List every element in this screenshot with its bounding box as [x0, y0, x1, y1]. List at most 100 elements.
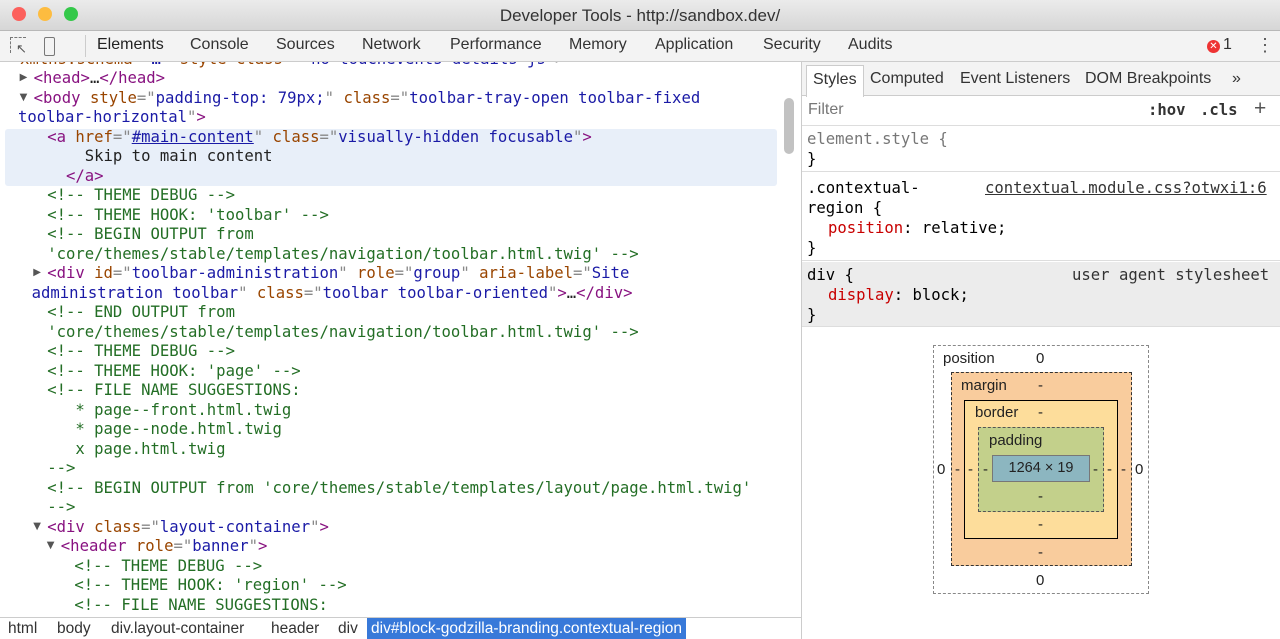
attr-value: no-touchevents details js	[302, 62, 546, 68]
dom-line[interactable]: 'core/themes/stable/templates/navigation…	[47, 245, 638, 265]
stylesheet-link[interactable]: contextual.module.css?otwxi1:6	[985, 178, 1267, 198]
tab-memory[interactable]: Memory	[569, 36, 627, 54]
error-icon[interactable]: ✕	[1207, 40, 1220, 53]
attr-value: banner	[192, 537, 249, 555]
hov-toggle[interactable]: :hov	[1148, 101, 1186, 119]
cls-toggle[interactable]: .cls	[1200, 101, 1238, 119]
dom-line[interactable]: * page--node.html.twig	[47, 420, 282, 440]
css-value[interactable]: relative;	[913, 219, 1007, 237]
maximize-window-button[interactable]	[64, 7, 78, 21]
more-menu-icon[interactable]: ⋮	[1256, 35, 1274, 56]
dom-node[interactable]: <head>…</head>	[34, 69, 165, 89]
dom-line[interactable]: <!-- BEGIN OUTPUT from 'core/themes/stab…	[47, 479, 751, 499]
dom-line[interactable]: -->	[47, 459, 75, 479]
dom-line[interactable]: Skip to main content	[47, 147, 273, 167]
border-bottom-value[interactable]: -	[1038, 516, 1043, 533]
position-top-value[interactable]: 0	[1036, 350, 1044, 367]
tab-performance[interactable]: Performance	[450, 36, 542, 54]
tab-sources[interactable]: Sources	[276, 36, 335, 54]
filter-input[interactable]: Filter	[808, 101, 1138, 119]
breadcrumb-item[interactable]: div	[334, 618, 362, 639]
expand-triangle-open-icon[interactable]: ▼	[33, 521, 41, 532]
dom-node[interactable]: <div class="layout-container">	[47, 518, 329, 538]
comment: <!-- THEME DEBUG -->	[74, 556, 263, 575]
margin-right-value[interactable]: -	[1121, 461, 1126, 478]
dom-line[interactable]: <!-- THEME HOOK: 'region' -->	[74, 576, 346, 596]
dom-line[interactable]: <!-- END OUTPUT from	[47, 303, 235, 323]
dom-line[interactable]: </a>	[47, 167, 104, 187]
comment: 'core/themes/stable/templates/navigation…	[47, 322, 639, 341]
dom-line[interactable]: <a href="#main-content" class="visually-…	[47, 128, 592, 148]
close-window-button[interactable]	[12, 7, 26, 21]
margin-top-value[interactable]: -	[1038, 377, 1043, 394]
dom-line[interactable]: * page--front.html.twig	[47, 401, 291, 421]
dom-line[interactable]: x page.html.twig	[47, 440, 225, 460]
dom-node[interactable]: <div id="toolbar-administration" role="g…	[47, 264, 629, 284]
expand-triangle-open-icon[interactable]: ▼	[47, 540, 55, 551]
dom-line[interactable]: <!-- THEME DEBUG -->	[74, 557, 262, 577]
dom-line[interactable]: -->	[47, 498, 75, 518]
padding-bottom-value[interactable]: -	[1038, 488, 1043, 505]
expand-triangle-closed-icon[interactable]: ▶	[20, 72, 28, 83]
dom-line[interactable]: <!-- THEME HOOK: 'toolbar' -->	[47, 206, 329, 226]
border-left-value[interactable]: -	[968, 461, 973, 478]
attr-name: class	[343, 88, 391, 107]
dom-line[interactable]: <!-- THEME HOOK: 'page' -->	[47, 362, 300, 382]
comment: <!-- THEME HOOK: 'toolbar' -->	[47, 205, 329, 224]
breadcrumb: html body div.layout-container header div div…	[0, 617, 801, 639]
elements-dom-tree[interactable]: xmlns:schema="…" style class=" no-touche…	[0, 62, 790, 617]
padding-right-value[interactable]: -	[1093, 461, 1098, 478]
device-toolbar-icon[interactable]	[44, 37, 55, 56]
expand-triangle-open-icon[interactable]: ▼	[20, 92, 28, 103]
content-size[interactable]: 1264 × 19	[992, 460, 1090, 476]
breadcrumb-item[interactable]: header	[267, 618, 323, 639]
padding-left-value[interactable]: -	[983, 461, 988, 478]
border-right-value[interactable]: -	[1107, 461, 1112, 478]
margin-left-value[interactable]: -	[955, 461, 960, 478]
attr-value: administration toolbar	[31, 283, 239, 302]
tab-network[interactable]: Network	[362, 36, 421, 54]
dom-line[interactable]: <!-- BEGIN OUTPUT from	[47, 225, 254, 245]
attr-link[interactable]: #main-content	[132, 128, 254, 146]
position-right-value[interactable]: 0	[1135, 461, 1143, 478]
dom-node[interactable]: <body style="padding-top: 79px;" class="…	[34, 89, 701, 109]
tab-event-listeners[interactable]: Event Listeners	[960, 70, 1070, 88]
new-style-rule-button[interactable]: +	[1254, 97, 1266, 121]
margin-bottom-value[interactable]: -	[1038, 544, 1043, 561]
dom-node[interactable]: <header role="banner">	[61, 537, 268, 557]
breadcrumb-item[interactable]: div.layout-container	[107, 618, 248, 639]
breadcrumb-item[interactable]: div#block-godzilla-branding.contextual-r…	[367, 618, 687, 639]
breadcrumb-item[interactable]: html	[4, 618, 41, 639]
css-property[interactable]: position	[828, 219, 903, 237]
attr-value: toolbar toolbar-oriented	[322, 283, 548, 302]
border-top-value[interactable]: -	[1038, 404, 1043, 421]
inspect-element-icon[interactable]: ↖	[10, 37, 27, 56]
element-style-rule[interactable]: element.style { }	[802, 126, 1280, 172]
dom-line[interactable]: <!-- FILE NAME SUGGESTIONS:	[47, 381, 300, 401]
tab-styles[interactable]: Styles	[806, 65, 864, 97]
dom-tree-scrollbar[interactable]	[784, 98, 794, 154]
dom-line[interactable]: toolbar-horizontal">	[18, 108, 206, 128]
dom-line[interactable]: administration toolbar" class="toolbar t…	[32, 284, 633, 304]
dom-line[interactable]: 'core/themes/stable/templates/navigation…	[47, 323, 638, 343]
punct: ="	[136, 88, 156, 107]
error-count[interactable]: 1	[1223, 36, 1232, 54]
tab-dom-breakpoints[interactable]: DOM Breakpoints	[1085, 70, 1211, 88]
tab-computed[interactable]: Computed	[870, 70, 944, 88]
tab-console[interactable]: Console	[190, 36, 249, 54]
sidebar-tabs: Styles Computed Event Listeners DOM Brea…	[802, 62, 1280, 97]
tab-security[interactable]: Security	[763, 36, 821, 54]
dom-line[interactable]: <!-- FILE NAME SUGGESTIONS:	[74, 596, 327, 616]
dom-line[interactable]: <!-- THEME DEBUG -->	[47, 342, 235, 362]
contextual-region-rule[interactable]: .contextual- region { contextual.module.…	[802, 174, 1280, 261]
minimize-window-button[interactable]	[38, 7, 52, 21]
tab-audits[interactable]: Audits	[848, 36, 892, 54]
more-tabs-icon[interactable]: »	[1232, 70, 1241, 88]
breadcrumb-item[interactable]: body	[53, 618, 95, 639]
position-left-value[interactable]: 0	[937, 461, 945, 478]
position-bottom-value[interactable]: 0	[1036, 572, 1044, 589]
dom-line[interactable]: <!-- THEME DEBUG -->	[47, 186, 235, 206]
tab-elements[interactable]: Elements	[97, 36, 164, 54]
tab-application[interactable]: Application	[655, 36, 733, 54]
expand-triangle-closed-icon[interactable]: ▶	[33, 267, 41, 278]
